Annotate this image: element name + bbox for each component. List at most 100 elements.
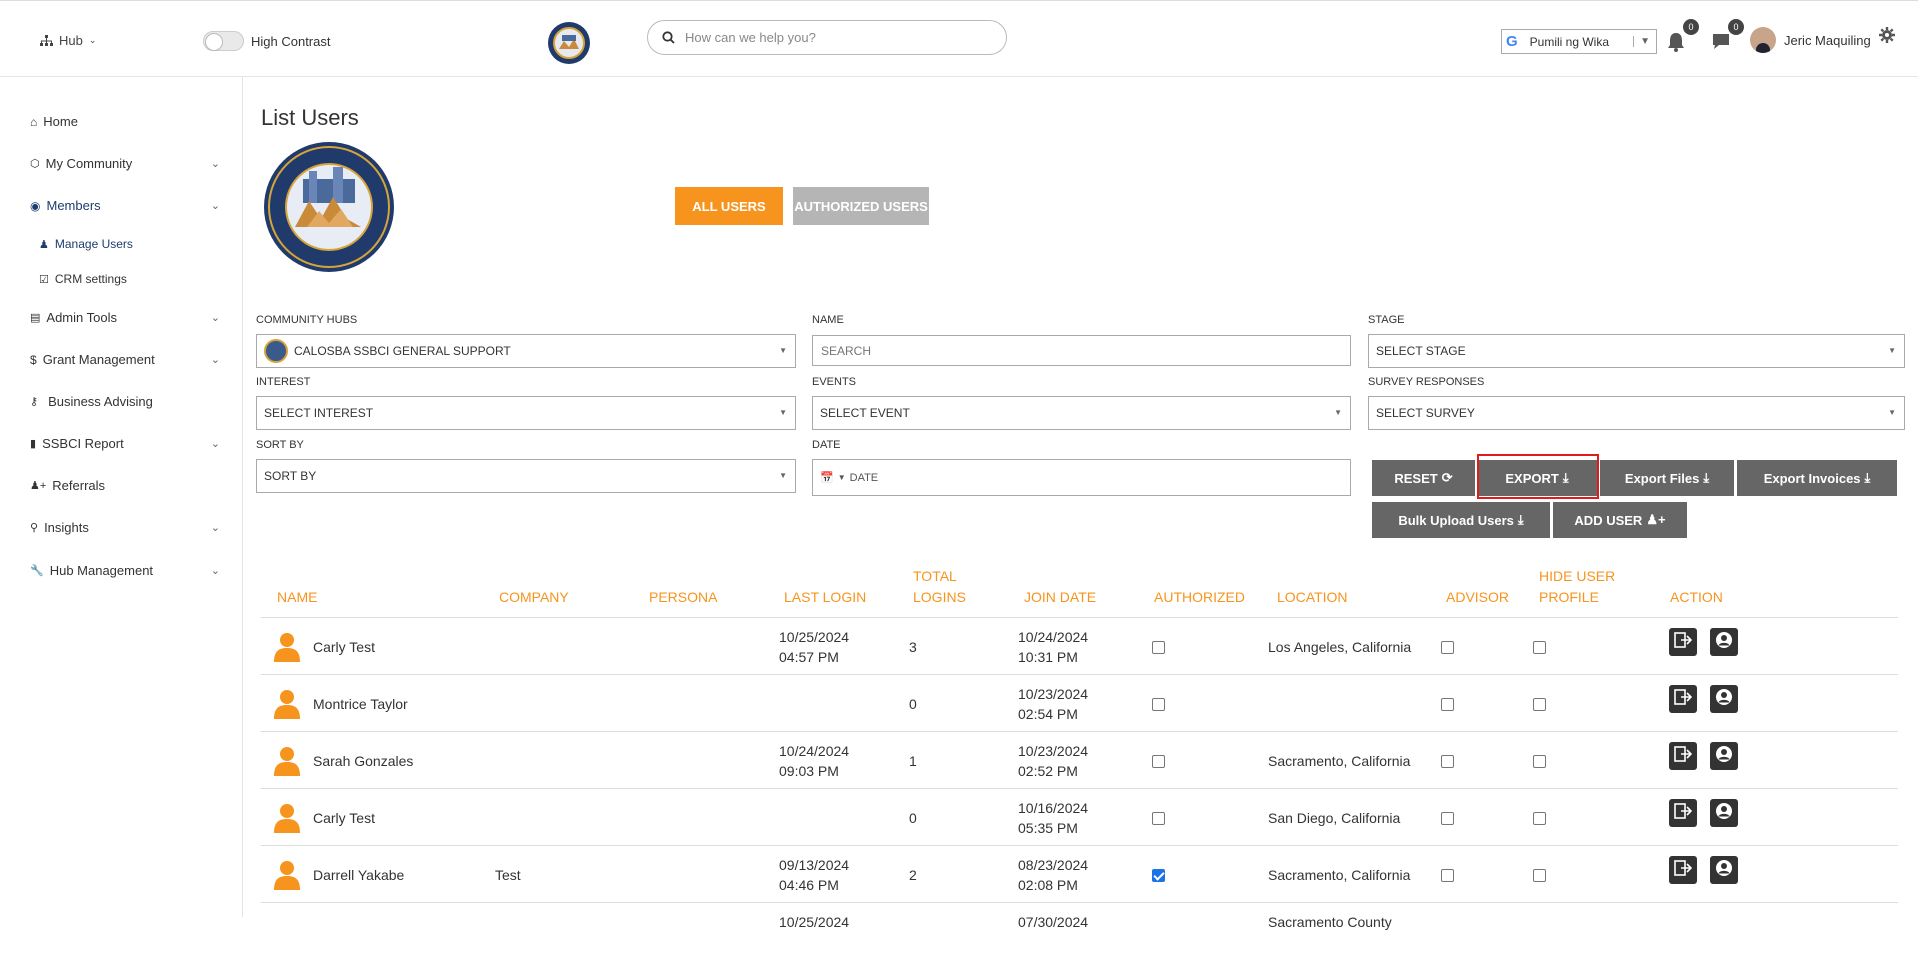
- advisor-checkbox[interactable]: [1441, 812, 1454, 825]
- export-files-button[interactable]: Export Files ⤓: [1600, 460, 1734, 496]
- view-profile-button[interactable]: [1710, 799, 1738, 827]
- events-select[interactable]: SELECT EVENT ▼: [812, 396, 1351, 430]
- sidebar-item-hub-management[interactable]: 🔧 Hub Management ⌄: [30, 563, 220, 578]
- login-as-user-button[interactable]: [1669, 856, 1697, 884]
- user-menu[interactable]: Jeric Maquiling: [1750, 27, 1871, 53]
- login-as-user-button[interactable]: [1669, 742, 1697, 770]
- interest-select[interactable]: SELECT INTEREST ▼: [256, 396, 796, 430]
- sidebar-item-home[interactable]: ⌂ Home: [30, 114, 220, 129]
- sidebar-item-label: My Community: [45, 156, 133, 171]
- main-content: List Users ALL USERS AUTHORIZED USERS CO…: [243, 77, 1918, 930]
- add-user-button[interactable]: ADD USER ♟+: [1553, 502, 1687, 538]
- hide-profile-checkbox[interactable]: [1533, 869, 1546, 882]
- language-select[interactable]: G Pumili ng Wika ▼: [1501, 29, 1657, 54]
- caret-down-icon: ▼: [1888, 346, 1896, 355]
- hide-profile-checkbox[interactable]: [1533, 812, 1546, 825]
- header-company[interactable]: COMPANY: [499, 587, 569, 608]
- header-total-logins[interactable]: TOTAL LOGINS: [913, 566, 966, 608]
- messages-button[interactable]: 0: [1710, 19, 1744, 59]
- view-profile-button[interactable]: [1710, 685, 1738, 713]
- sidebar-item-admin-tools[interactable]: ▤ Admin Tools ⌄: [30, 310, 220, 325]
- tab-authorized-users[interactable]: AUTHORIZED USERS: [793, 187, 929, 225]
- login-as-user-button[interactable]: [1669, 628, 1697, 656]
- cell-name[interactable]: Darrell Yakabe: [313, 865, 404, 885]
- authorized-checkbox[interactable]: [1152, 698, 1165, 711]
- sidebar-item-members[interactable]: ◉ Members ⌄: [30, 198, 220, 213]
- tab-all-users[interactable]: ALL USERS: [675, 187, 783, 225]
- header-hide-user-profile[interactable]: HIDE USER PROFILE: [1539, 566, 1615, 608]
- export-invoices-button[interactable]: Export Invoices ⤓: [1737, 460, 1897, 496]
- header-advisor[interactable]: ADVISOR: [1446, 587, 1509, 608]
- survey-responses-label: SURVEY RESPONSES: [1368, 376, 1485, 388]
- login-as-user-button[interactable]: [1669, 799, 1697, 827]
- header-name[interactable]: NAME: [277, 587, 317, 608]
- toggle-switch[interactable]: [203, 31, 244, 51]
- authorized-checkbox[interactable]: [1152, 869, 1165, 882]
- authorized-checkbox[interactable]: [1152, 755, 1165, 768]
- advisor-checkbox[interactable]: [1441, 869, 1454, 882]
- cell-total-logins: 2: [909, 867, 917, 883]
- gear-icon[interactable]: [1879, 27, 1895, 43]
- date-picker[interactable]: 📅 ▼ DATE: [812, 459, 1351, 496]
- user-profile-icon: [1715, 631, 1733, 654]
- sidebar-item-crm-settings[interactable]: ☑ CRM settings: [39, 272, 127, 286]
- cell-name[interactable]: Carly Test: [313, 637, 375, 657]
- search-input[interactable]: [685, 30, 975, 45]
- sidebar-item-my-community[interactable]: ⬡ My Community ⌄: [30, 156, 220, 171]
- sidebar-item-referrals[interactable]: ♟+ Referrals: [30, 478, 220, 493]
- cell-name[interactable]: Montrice Taylor: [313, 694, 408, 714]
- community-hubs-select[interactable]: CALOSBA SSBCI GENERAL SUPPORT ▼: [256, 334, 796, 368]
- chevron-down-icon: ⌄: [210, 438, 220, 450]
- dropdown-arrow-icon: ▼: [1633, 36, 1650, 47]
- header-authorized[interactable]: AUTHORIZED: [1154, 587, 1245, 608]
- user-profile-icon: [1715, 688, 1733, 711]
- caret-down-icon: ▼: [1334, 408, 1342, 417]
- cell-name[interactable]: Sarah Gonzales: [313, 751, 413, 771]
- login-as-user-button[interactable]: [1669, 685, 1697, 713]
- events-label: EVENTS: [812, 376, 857, 388]
- view-profile-button[interactable]: [1710, 742, 1738, 770]
- header-total-logins-line2: LOGINS: [913, 589, 966, 605]
- header-persona[interactable]: PERSONA: [649, 587, 717, 608]
- checkbox-icon: ☑: [39, 273, 49, 286]
- sidebar-item-insights[interactable]: ⚲ Insights ⌄: [30, 520, 220, 535]
- sidebar-item-ssbci-report[interactable]: ▮ SSBCI Report ⌄: [30, 436, 220, 451]
- search-bar[interactable]: [647, 20, 1007, 55]
- sign-in-icon: [1674, 802, 1693, 825]
- stage-label: STAGE: [1368, 314, 1405, 326]
- sidebar: ⌂ Home ⬡ My Community ⌄ ◉ Members ⌄ ♟ Ma…: [0, 77, 243, 917]
- view-profile-button[interactable]: [1710, 856, 1738, 884]
- view-profile-button[interactable]: [1710, 628, 1738, 656]
- hide-profile-checkbox[interactable]: [1533, 698, 1546, 711]
- name-search-input[interactable]: [812, 335, 1351, 366]
- sidebar-item-grant-management[interactable]: $ Grant Management ⌄: [30, 352, 220, 367]
- cell-name[interactable]: Carly Test: [313, 808, 375, 828]
- sidebar-item-manage-users[interactable]: ♟ Manage Users: [39, 237, 133, 251]
- header-join-date[interactable]: JOIN DATE: [1024, 587, 1096, 608]
- high-contrast-toggle[interactable]: High Contrast: [203, 31, 330, 51]
- sidebar-item-business-advising[interactable]: ⚷ Business Advising: [30, 394, 220, 409]
- authorized-checkbox[interactable]: [1152, 641, 1165, 654]
- notifications-button[interactable]: 0: [1665, 19, 1699, 59]
- cell-join-date: 10/24/2024 10:31 PM: [1018, 627, 1088, 667]
- stage-select[interactable]: SELECT STAGE ▼: [1368, 334, 1905, 368]
- advisor-checkbox[interactable]: [1441, 755, 1454, 768]
- hide-profile-checkbox[interactable]: [1533, 641, 1546, 654]
- sidebar-item-label: Referrals: [52, 478, 106, 493]
- advisor-checkbox[interactable]: [1441, 698, 1454, 711]
- survey-select[interactable]: SELECT SURVEY ▼: [1368, 396, 1905, 430]
- authorized-checkbox[interactable]: [1152, 812, 1165, 825]
- advisor-checkbox[interactable]: [1441, 641, 1454, 654]
- sort-by-select[interactable]: SORT BY ▼: [256, 459, 796, 493]
- bulk-upload-users-button[interactable]: Bulk Upload Users ⤓: [1372, 502, 1550, 538]
- org-seal-logo[interactable]: [547, 21, 591, 65]
- caret-down-icon: ▼: [1888, 408, 1896, 417]
- reset-button[interactable]: RESET ⟳: [1372, 460, 1475, 496]
- export-button[interactable]: EXPORT ⤓: [1477, 460, 1597, 496]
- hide-profile-checkbox[interactable]: [1533, 755, 1546, 768]
- header-last-login[interactable]: LAST LOGIN: [784, 587, 866, 608]
- table-row: Carly Test 10/25/2024 04:57 PM 3 10/24/2024 1…: [261, 618, 1898, 675]
- header-location[interactable]: LOCATION: [1277, 587, 1348, 608]
- top-bar: Hub ⌄ High Contrast G Pumili ng Wika ▼ 0…: [0, 0, 1918, 77]
- hub-menu[interactable]: Hub ⌄: [40, 33, 96, 48]
